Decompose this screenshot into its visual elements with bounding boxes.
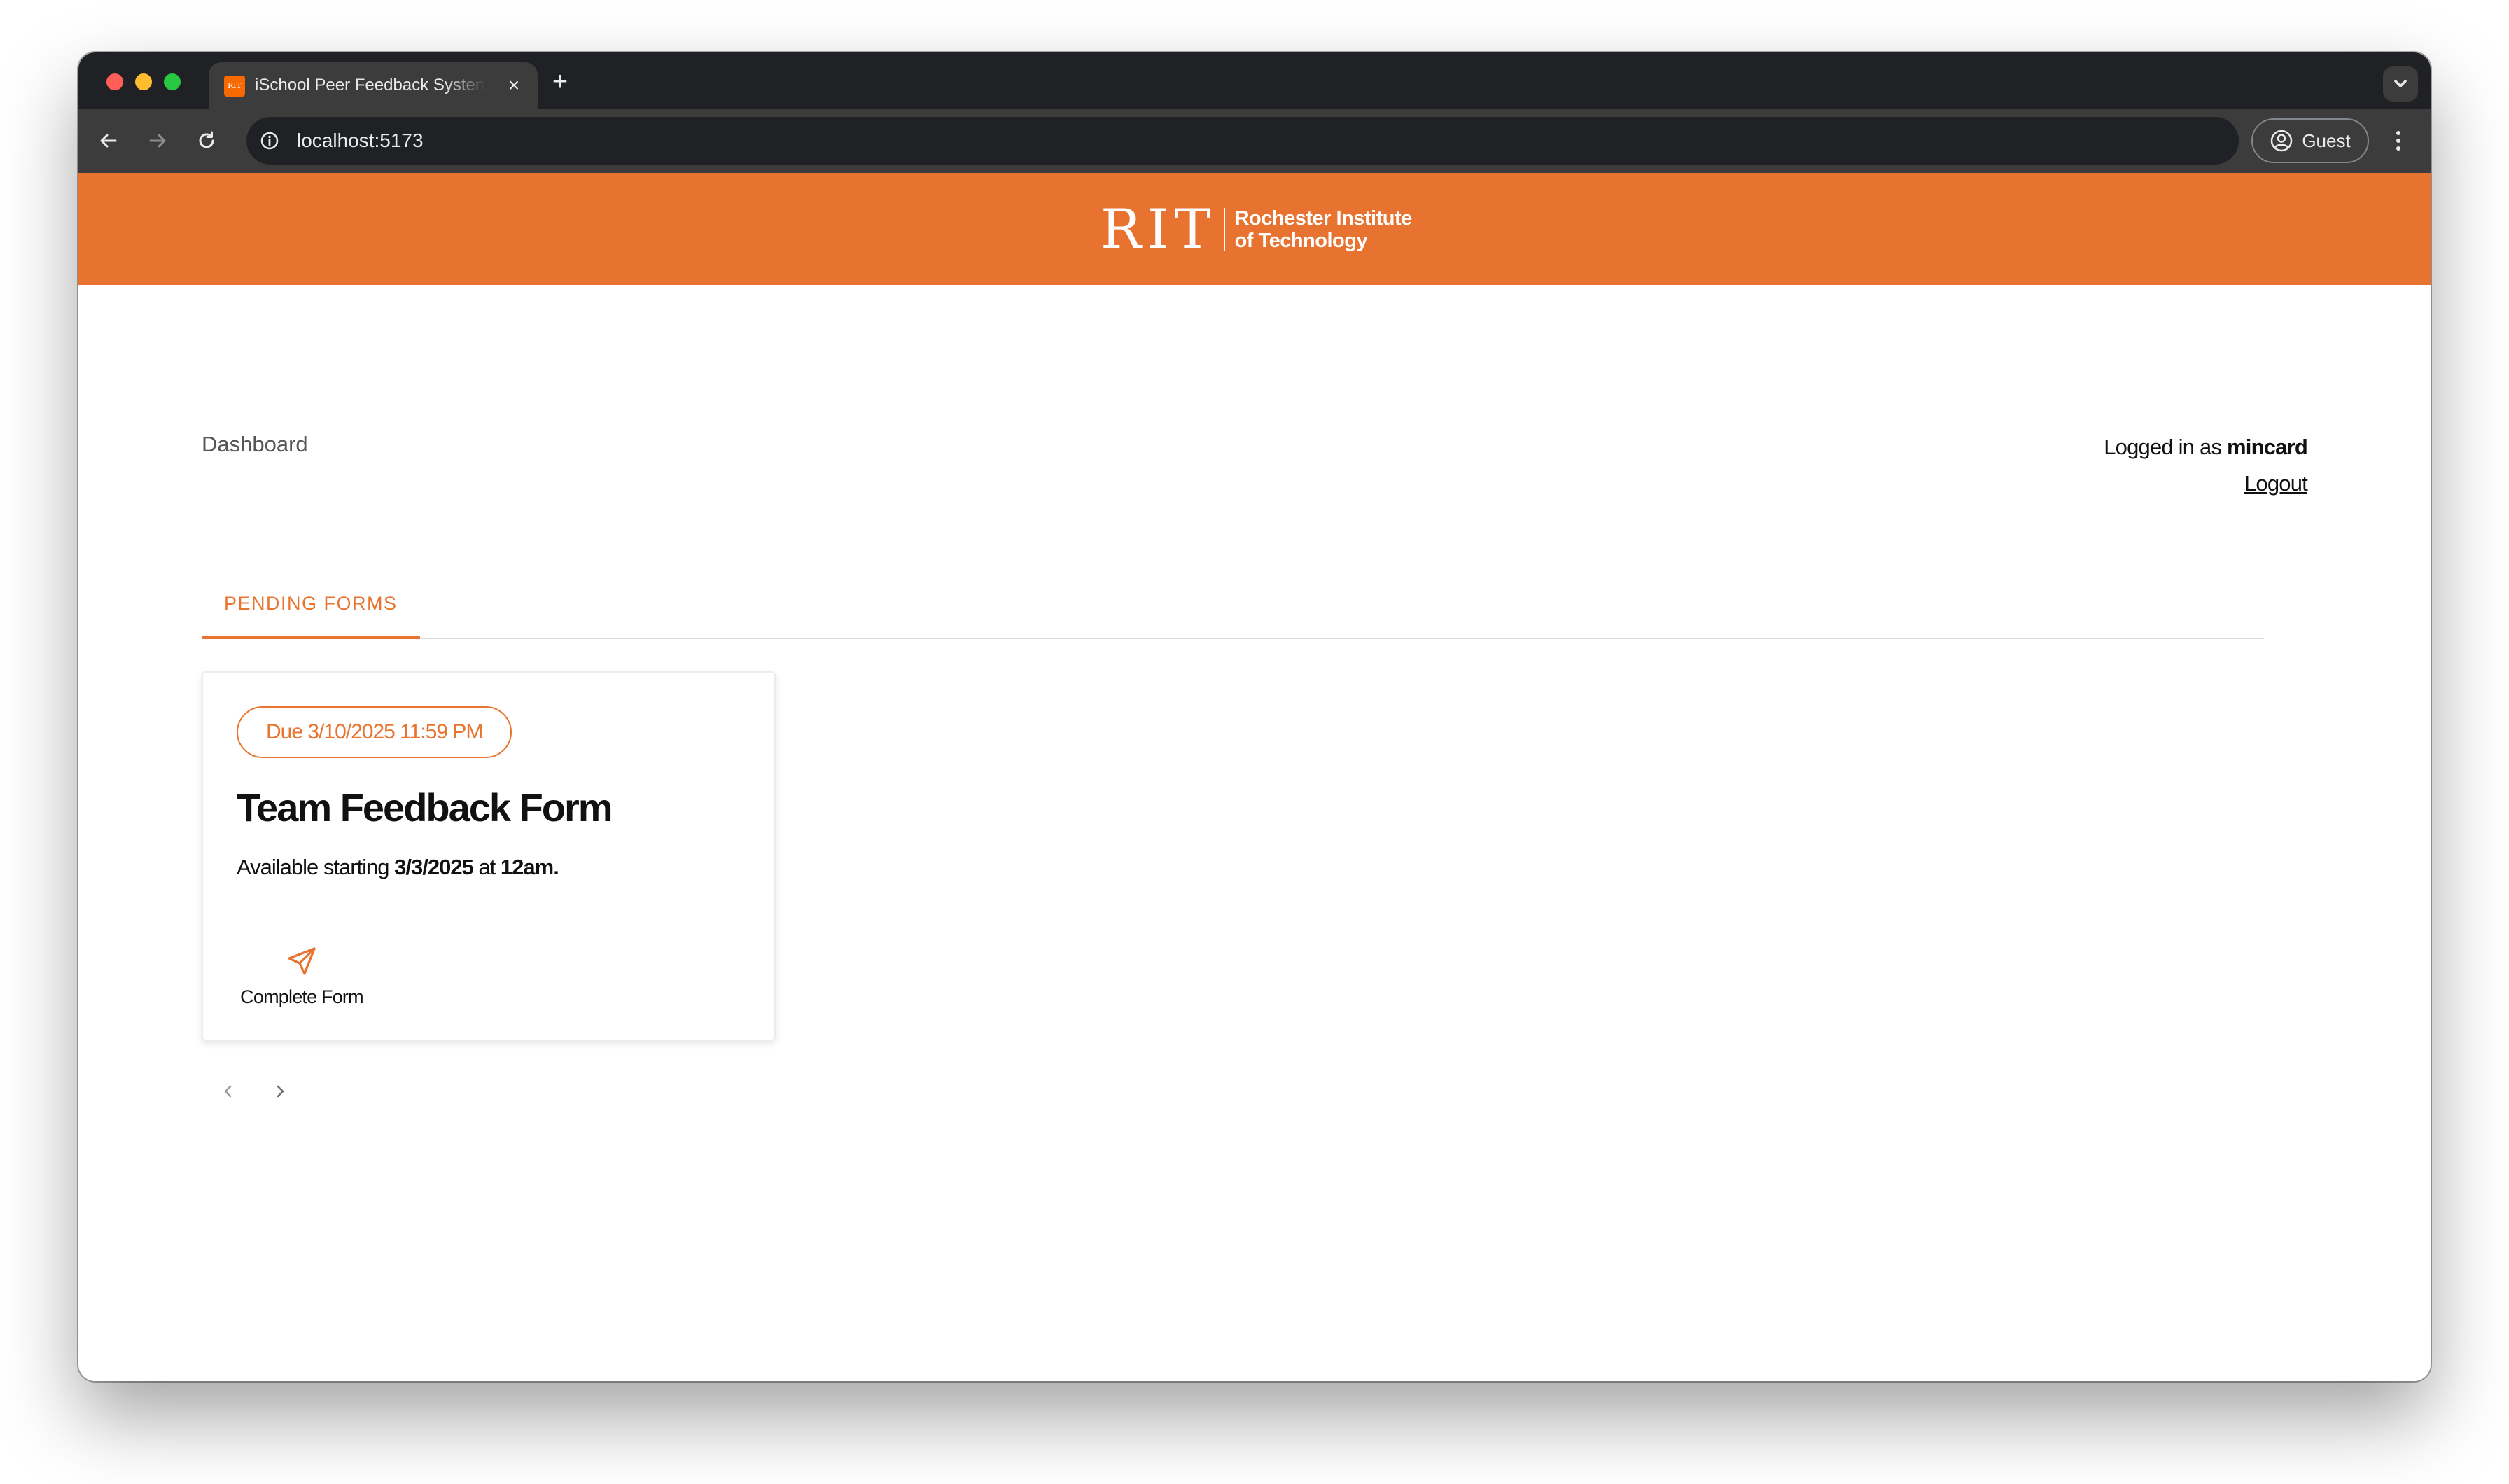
- tab-pending-forms[interactable]: PENDING FORMS: [202, 569, 420, 639]
- browser-toolbar: localhost:5173 Guest: [78, 108, 2431, 173]
- guest-profile-icon: [2271, 130, 2293, 152]
- logged-in-prefix: Logged in as: [2104, 435, 2222, 459]
- tab-title: iSchool Peer Feedback System: [255, 76, 486, 94]
- logo-mark: RIT: [1100, 198, 1217, 261]
- availability-date: 3/3/2025: [394, 855, 474, 879]
- username: mincard: [2227, 435, 2308, 459]
- logout-link[interactable]: Logout: [2244, 471, 2308, 496]
- chevron-left-icon: [224, 1085, 232, 1098]
- reload-icon: [199, 131, 214, 148]
- logo-line-2: of Technology: [1234, 230, 1368, 252]
- logo-line-1: Rochester Institute: [1234, 207, 1413, 230]
- form-title: Team Feedback Form: [237, 785, 613, 830]
- browser-window: RIT iSchool Peer Feedback System × + loc…: [78, 52, 2431, 1381]
- breadcrumb: Dashboard: [202, 432, 308, 456]
- back-button[interactable]: [91, 123, 126, 158]
- address-bar[interactable]: localhost:5173: [246, 117, 2239, 164]
- availability-text: Available starting 3/3/2025 at 12am.: [237, 855, 559, 880]
- logo-wordmark: Rochester Institute of Technology: [1234, 207, 1413, 252]
- profile-label: Guest: [2302, 130, 2351, 151]
- page-viewport: RIT Rochester Institute of Technology Da…: [78, 173, 2431, 1381]
- availability-time: 12am.: [500, 855, 559, 879]
- close-window-button[interactable]: [106, 74, 123, 90]
- browser-tab[interactable]: RIT iSchool Peer Feedback System ×: [209, 62, 538, 108]
- close-icon[interactable]: ×: [503, 74, 525, 97]
- logged-in-line: Logged in as mincard: [2104, 433, 2308, 470]
- form-card: Due 3/10/2025 11:59 PM Team Feedback For…: [202, 671, 776, 1041]
- more-vertical-icon: [2396, 131, 2400, 150]
- chevron-down-icon: [2394, 80, 2407, 88]
- url-text: localhost:5173: [297, 130, 424, 151]
- forms-tab-bar: PENDING FORMS: [202, 569, 2264, 639]
- site-info-button[interactable]: [258, 129, 281, 153]
- tab-search-button[interactable]: [2383, 66, 2418, 102]
- reload-button[interactable]: [189, 123, 224, 158]
- minimize-window-button[interactable]: [135, 74, 152, 90]
- next-page-button[interactable]: [265, 1076, 295, 1107]
- availability-prefix: Available starting: [237, 855, 390, 879]
- browser-menu-button[interactable]: [2382, 124, 2415, 158]
- site-header: RIT Rochester Institute of Technology: [78, 173, 2431, 285]
- forward-button[interactable]: [140, 123, 175, 158]
- complete-form-label: Complete Form: [240, 986, 363, 1007]
- rit-favicon-icon: RIT: [224, 76, 245, 97]
- zoom-window-button[interactable]: [164, 74, 181, 90]
- profile-button[interactable]: Guest: [2251, 118, 2369, 163]
- due-date-badge: Due 3/10/2025 11:59 PM: [237, 706, 512, 758]
- user-info: Logged in as mincard Logout: [2104, 433, 2308, 498]
- arrow-right-icon: [149, 134, 166, 148]
- logo-divider: [1223, 208, 1225, 251]
- new-tab-button[interactable]: +: [546, 68, 574, 96]
- rit-logo[interactable]: RIT Rochester Institute of Technology: [1100, 198, 1412, 261]
- info-icon: [260, 132, 279, 150]
- availability-mid: at: [478, 855, 496, 879]
- chevron-right-icon: [277, 1085, 284, 1098]
- send-icon: [288, 947, 316, 975]
- previous-page-button[interactable]: [213, 1076, 244, 1107]
- arrow-left-icon: [100, 134, 117, 148]
- complete-form-button[interactable]: Complete Form: [228, 939, 375, 1023]
- tab-strip: RIT iSchool Peer Feedback System × +: [78, 52, 2431, 108]
